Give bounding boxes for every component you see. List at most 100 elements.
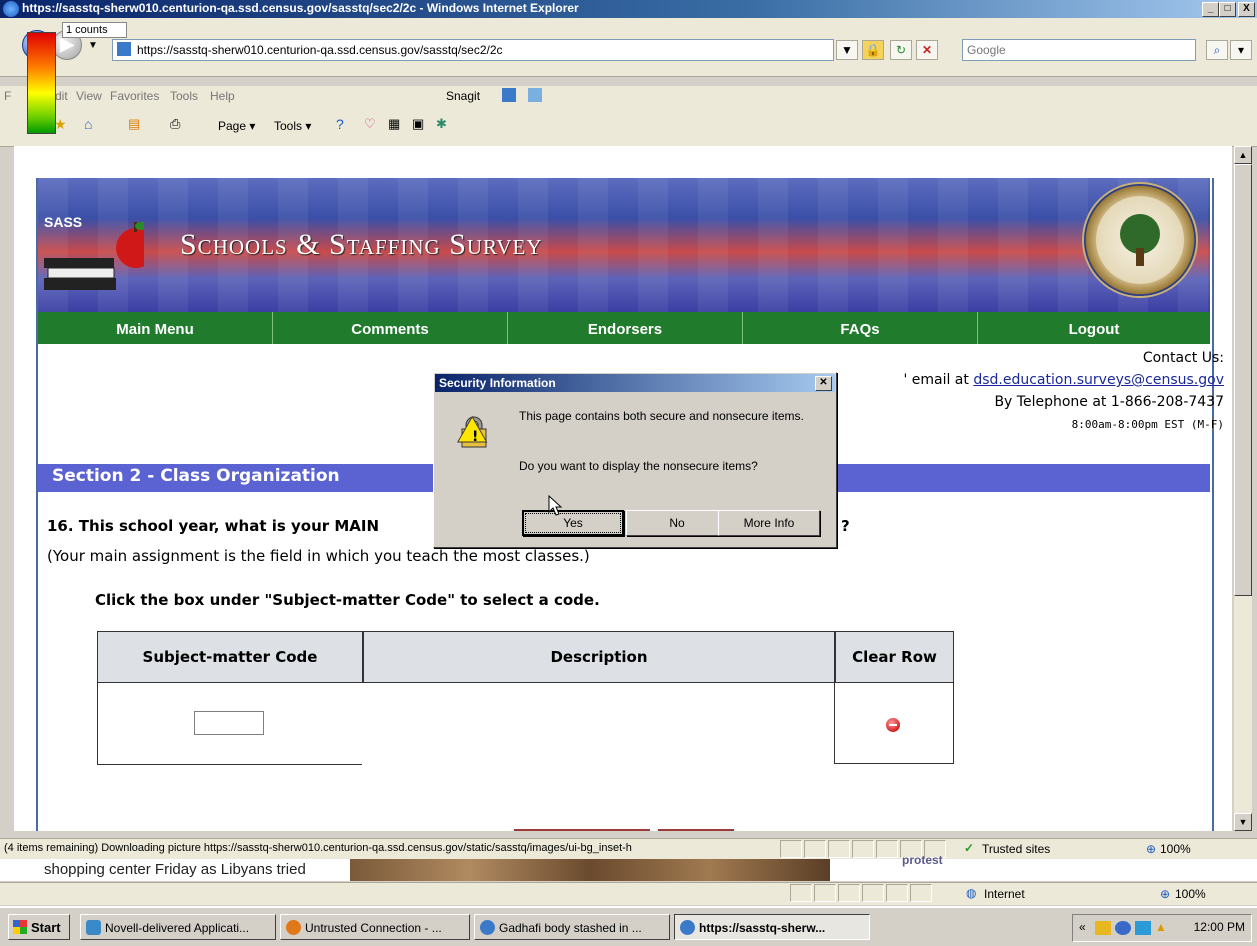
snagit-capture-icon[interactable] xyxy=(502,88,516,102)
yes-button[interactable]: Yes xyxy=(522,510,624,536)
tray-network-icon[interactable] xyxy=(1115,921,1131,935)
status-text: (4 items remaining) Downloading picture … xyxy=(4,842,632,854)
snagit-editor-icon[interactable] xyxy=(528,88,542,102)
address-url: https://sasstq-sherw010.centurion-qa.ssd… xyxy=(137,43,503,57)
task-untrusted-connection[interactable]: Untrusted Connection - ... xyxy=(280,914,470,940)
page-button-left[interactable] xyxy=(514,829,650,831)
help-icon[interactable]: ? xyxy=(336,116,344,132)
sass-logo-text: SASS xyxy=(44,214,83,230)
dialog-close-icon[interactable]: ✕ xyxy=(815,376,832,391)
subject-code-input[interactable] xyxy=(194,711,264,735)
security-warning-icon: ! xyxy=(457,415,488,448)
start-button[interactable]: Start xyxy=(8,914,70,940)
stop-icon[interactable]: ✕ xyxy=(916,40,938,60)
more-info-button[interactable]: More Info xyxy=(718,510,820,536)
task-gadhafi-article[interactable]: Gadhafi body stashed in ... xyxy=(474,914,670,940)
tools-menu[interactable]: Tools ▾ xyxy=(274,119,311,133)
tray-folder-icon[interactable] xyxy=(1095,921,1111,935)
nav-comments[interactable]: Comments xyxy=(273,312,508,344)
maximize-button[interactable]: □ xyxy=(1219,2,1236,17)
background-window: shopping center Friday as Libyans tried … xyxy=(0,853,1257,881)
screen-icon[interactable]: ▣ xyxy=(412,116,424,132)
close-window-button[interactable]: X xyxy=(1238,2,1255,17)
blog-icon[interactable]: ▦ xyxy=(388,116,400,132)
contact-email-link[interactable]: dsd.education.surveys@census.gov xyxy=(973,372,1224,388)
scroll-up-icon[interactable]: ▲ xyxy=(1234,146,1252,164)
header-clear-row: Clear Row xyxy=(835,631,954,683)
menu-file[interactable]: F xyxy=(4,89,11,103)
contact-phone: By Telephone at 1-866-208-7437 xyxy=(994,394,1224,410)
search-options-icon[interactable]: ▾ xyxy=(1230,40,1252,60)
security-zone[interactable]: Trusted sites xyxy=(982,842,1050,856)
ie-icon xyxy=(480,920,495,935)
trusted-check-icon: ✓ xyxy=(964,841,975,855)
status-bar: (4 items remaining) Downloading picture … xyxy=(0,838,1257,859)
address-dropdown-icon[interactable]: ▼ xyxy=(836,40,858,60)
svg-text:!: ! xyxy=(472,429,478,445)
task-label: https://sasstq-sherw... xyxy=(699,921,826,935)
system-tray: « ▲ 12:00 PM xyxy=(1072,914,1252,942)
menu-tools[interactable]: Tools xyxy=(170,89,198,103)
feeds-icon[interactable]: ▤ xyxy=(128,116,140,132)
minimize-button[interactable]: _ xyxy=(1202,2,1219,17)
background-news-image xyxy=(350,859,830,881)
window-title-bar[interactable]: https://sasstq-sherw010.centurion-qa.ssd… xyxy=(0,0,1257,18)
zoom-level-2[interactable]: 100% xyxy=(1175,887,1206,901)
menu-view[interactable]: View xyxy=(76,89,102,103)
history-dropdown-icon[interactable]: ▼ xyxy=(88,40,98,51)
dialog-message: This page contains both secure and nonse… xyxy=(519,409,804,423)
counts-meter xyxy=(27,32,56,134)
clock[interactable]: 12:00 PM xyxy=(1194,920,1245,934)
command-bar: ★ ⌂ ▤ ⎙ Page ▾ Tools ▾ ? ♡ ▦ ▣ ✱ xyxy=(0,106,1257,147)
clear-row-icon[interactable] xyxy=(886,718,900,732)
search-icon[interactable]: ⌕ xyxy=(1206,40,1228,60)
novell-app-icon xyxy=(86,920,101,935)
dialog-question: Do you want to display the nonsecure ite… xyxy=(519,459,758,473)
page-button-right[interactable] xyxy=(658,829,734,831)
internet-zone[interactable]: Internet xyxy=(984,887,1025,901)
zoom-level[interactable]: 100% xyxy=(1160,842,1191,856)
refresh-icon[interactable]: ↻ xyxy=(890,40,912,60)
task-sasstq[interactable]: https://sasstq-sherw... xyxy=(674,914,870,940)
scroll-thumb[interactable] xyxy=(1234,164,1252,596)
nav-endorsers[interactable]: Endorsers xyxy=(508,312,743,344)
tray-app-icon[interactable] xyxy=(1135,921,1151,935)
nav-logout[interactable]: Logout xyxy=(978,312,1210,344)
nav-main-menu[interactable]: Main Menu xyxy=(38,312,273,344)
print-icon[interactable]: ⎙ xyxy=(170,116,180,132)
internet-globe-icon: ◍ xyxy=(966,886,977,900)
page-menu[interactable]: Page ▾ xyxy=(218,119,255,133)
home-icon[interactable]: ⌂ xyxy=(84,116,92,132)
zoom-icon-2: ⊕ xyxy=(1160,887,1171,901)
search-input[interactable]: Google xyxy=(962,39,1196,61)
scroll-down-icon[interactable]: ▼ xyxy=(1234,813,1252,831)
contact-hours: 8:00am-8:00pm EST (M-F) xyxy=(1071,418,1224,431)
nav-faqs[interactable]: FAQs xyxy=(743,312,978,344)
dialog-title-bar[interactable]: Security Information ✕ xyxy=(435,374,835,392)
windows-logo-icon xyxy=(13,920,27,934)
lock-icon[interactable]: 🔒 xyxy=(862,40,884,60)
site-favicon-icon xyxy=(117,42,131,56)
site-nav: Main Menu Comments Endorsers FAQs Logout xyxy=(38,312,1210,344)
research-icon[interactable]: ♡ xyxy=(364,116,376,132)
taskbar: Start Novell-delivered Applicati... Untr… xyxy=(0,906,1257,946)
contact-title: Contact Us: xyxy=(1142,350,1224,366)
search-placeholder: Google xyxy=(967,43,1006,57)
site-title: Schools & Staffing Survey xyxy=(180,228,543,261)
tray-expand-icon[interactable]: « xyxy=(1079,920,1086,934)
tray-warning-icon[interactable]: ▲ xyxy=(1155,920,1167,934)
question-note: (Your main assignment is the field in wh… xyxy=(47,547,590,565)
vertical-scrollbar[interactable]: ▲ ▼ xyxy=(1234,146,1252,831)
messenger-icon[interactable]: ✱ xyxy=(436,116,447,132)
no-button[interactable]: No xyxy=(626,510,728,536)
menu-favorites[interactable]: Favorites xyxy=(110,89,159,103)
address-input[interactable]: https://sasstq-sherw010.centurion-qa.ssd… xyxy=(112,39,834,61)
task-label: Novell-delivered Applicati... xyxy=(105,921,250,935)
mouse-cursor-icon xyxy=(548,495,563,516)
task-label: Gadhafi body stashed in ... xyxy=(499,921,642,935)
snagit-button[interactable]: Snagit xyxy=(446,89,480,103)
section-title: Section 2 - Class Organization xyxy=(52,466,340,486)
task-novell[interactable]: Novell-delivered Applicati... xyxy=(80,914,276,940)
address-toolbar: ◀ ▶ ▼ https://sasstq-sherw010.centurion-… xyxy=(0,18,1257,77)
menu-help[interactable]: Help xyxy=(210,89,235,103)
